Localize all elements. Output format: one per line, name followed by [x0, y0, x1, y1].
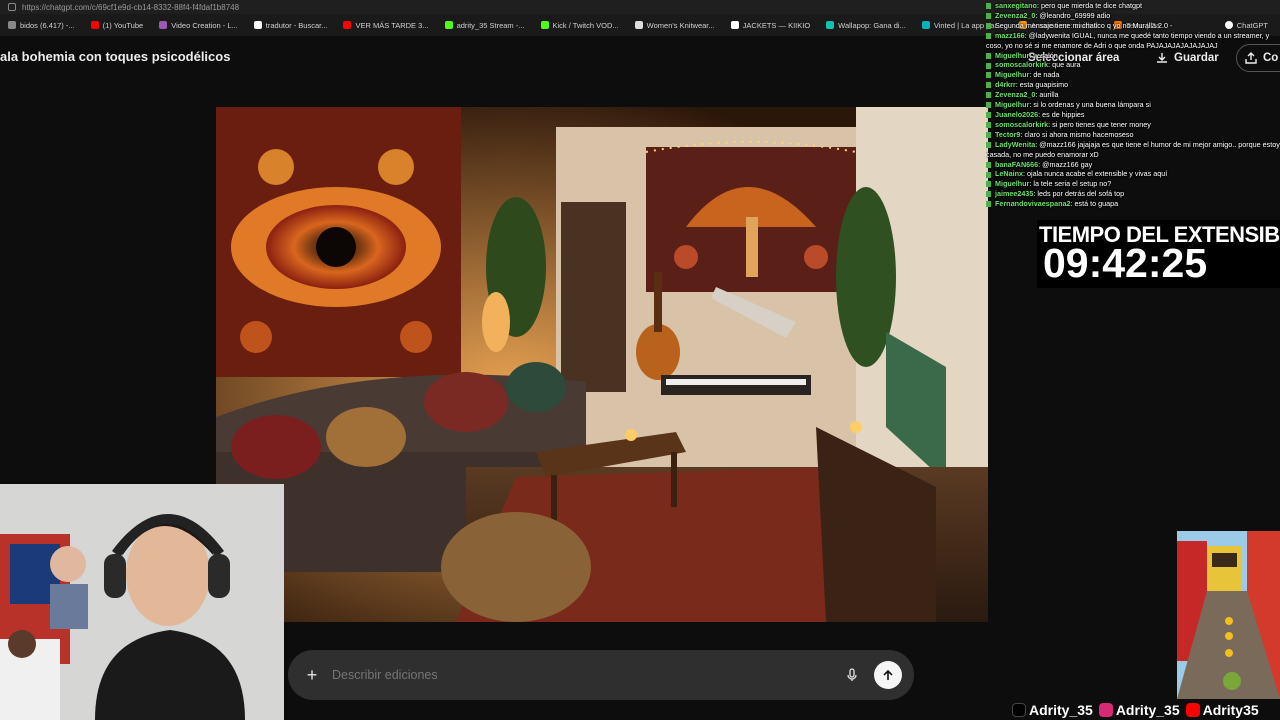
- page-title: ala bohemia con toques psicodélicos: [0, 49, 231, 64]
- chat-message: Tector9: claro si ahora mismo hacemoseso: [986, 130, 1280, 140]
- kick-badge-icon: [986, 82, 991, 89]
- chat-message: mazz166: @ladywenita IGUAL, nunca me que…: [986, 30, 1270, 50]
- bookmark-favicon-icon: [730, 21, 739, 29]
- chat-message: Miguelhur: si lo ordenas y una buena lám…: [986, 100, 1280, 110]
- youtube-icon: [1185, 703, 1200, 717]
- bookmark-item[interactable]: Wallapop: Gana di...: [818, 14, 914, 36]
- chat-message: Fernandovivaespana2: está to guapa: [986, 199, 1280, 209]
- social-handles: Adrity_35 Adrity_35 Adrity35: [1012, 700, 1259, 720]
- kick-badge-icon: [986, 22, 991, 29]
- kick-badge-icon: [986, 72, 991, 79]
- tiktok-icon: [1012, 703, 1026, 717]
- bookmark-item[interactable]: adrity_35 Stream -...: [437, 14, 533, 36]
- living-room-illustration: [216, 107, 988, 622]
- kick-badge-icon: [986, 112, 991, 119]
- webcam-feed: [0, 484, 284, 720]
- arrow-up-icon: [883, 669, 893, 680]
- live-chat: sanxegitano: pero que mierda te dice cha…: [986, 0, 1280, 222]
- social-instagram: Adrity_35: [1098, 702, 1180, 718]
- instagram-icon: [1098, 703, 1113, 717]
- chat-message: somoscalorkirk: si pero tienes que tener…: [986, 120, 1280, 130]
- chat-message: LadyWenita: @mazz166 jajajaja es que tie…: [986, 139, 1280, 159]
- bookmark-favicon-icon: [921, 21, 930, 29]
- social-tiktok: Adrity_35: [1012, 702, 1093, 718]
- kick-badge-icon: [986, 52, 991, 59]
- kick-badge-icon: [986, 92, 991, 99]
- chat-message: Segunda mensaje tiene mi chatico q yo no…: [986, 21, 1280, 31]
- edit-composer: +: [288, 650, 914, 700]
- chat-message: somoscalorkirk: que aura: [986, 60, 1280, 70]
- subway-surfers-video: [1177, 531, 1280, 699]
- bookmark-item[interactable]: Kick / Twitch VOD...: [533, 14, 627, 36]
- chat-message: sanxegitano: pero que mierda te dice cha…: [986, 1, 1280, 11]
- send-button[interactable]: [874, 661, 902, 689]
- chat-message: banaFAN666: @mazz166 gay: [986, 160, 1280, 170]
- kick-badge-icon: [986, 161, 991, 168]
- url-text[interactable]: https://chatgpt.com/c/69cf1e9d-cb14-8332…: [22, 3, 239, 12]
- bookmark-item[interactable]: VER MÁS TARDE 3...: [335, 14, 436, 36]
- chat-message: Miguelhur: de nada: [986, 70, 1280, 80]
- chat-message: Miguelhur: w salón: [986, 51, 1280, 61]
- add-attachment-button[interactable]: +: [300, 665, 324, 686]
- game-feed: [1177, 531, 1280, 699]
- chat-message: Zevenza2_0: aurilla: [986, 90, 1280, 100]
- bookmark-item[interactable]: JACKETS — KIIKIO: [723, 14, 819, 36]
- bookmark-favicon-icon: [343, 21, 352, 29]
- bookmark-favicon-icon: [8, 21, 16, 29]
- chat-message: Juanelo2026: es de hippies: [986, 110, 1280, 120]
- kick-badge-icon: [986, 181, 991, 188]
- lock-icon: [8, 3, 16, 11]
- bookmark-item[interactable]: tradutor - Buscar...: [246, 14, 336, 36]
- streamer-webcam: [0, 484, 284, 720]
- kick-badge-icon: [986, 121, 991, 128]
- kick-badge-icon: [986, 131, 991, 138]
- kick-badge-icon: [986, 13, 991, 19]
- kick-badge-icon: [986, 141, 991, 148]
- chat-message: jaimee2435: leds por detrás del sofá top: [986, 189, 1280, 199]
- chat-message: Miguelhur: la tele seria el setup no?: [986, 179, 1280, 189]
- describe-edits-input[interactable]: [332, 668, 840, 682]
- chat-message: Zevenza2_0: @leandro_69999 adio: [986, 11, 1280, 21]
- social-youtube: Adrity35: [1185, 702, 1259, 718]
- generated-image[interactable]: [216, 107, 988, 622]
- bookmark-favicon-icon: [826, 21, 835, 29]
- chat-message: d4rkrr: esta guapisimo: [986, 80, 1280, 90]
- kick-badge-icon: [986, 3, 991, 10]
- bookmark-favicon-icon: [634, 21, 643, 29]
- bookmark-favicon-icon: [540, 21, 549, 29]
- kick-badge-icon: [986, 62, 991, 69]
- timer-value: 09:42:25: [1043, 240, 1208, 286]
- screen: https://chatgpt.com/c/69cf1e9d-cb14-8332…: [0, 0, 1280, 720]
- bookmark-favicon-icon: [253, 21, 262, 29]
- bookmark-favicon-icon: [159, 21, 168, 29]
- kick-badge-icon: [986, 191, 991, 198]
- kick-badge-icon: [986, 32, 991, 39]
- microphone-button[interactable]: [840, 663, 864, 687]
- bookmark-favicon-icon: [90, 21, 99, 29]
- microphone-icon: [847, 668, 857, 681]
- bookmark-item[interactable]: Women's Knitwear...: [627, 14, 723, 36]
- bookmark-favicon-icon: [444, 21, 453, 29]
- bookmark-item[interactable]: (1) YouTube: [83, 14, 152, 36]
- bookmark-item[interactable]: bidos (6.417) -...: [0, 14, 83, 36]
- chat-message: LeNainx: ojala nunca acabe el extensible…: [986, 169, 1280, 179]
- bookmark-item[interactable]: Video Creation - L...: [151, 14, 246, 36]
- kick-badge-icon: [986, 201, 991, 208]
- kick-badge-icon: [986, 171, 991, 178]
- kick-badge-icon: [986, 102, 991, 109]
